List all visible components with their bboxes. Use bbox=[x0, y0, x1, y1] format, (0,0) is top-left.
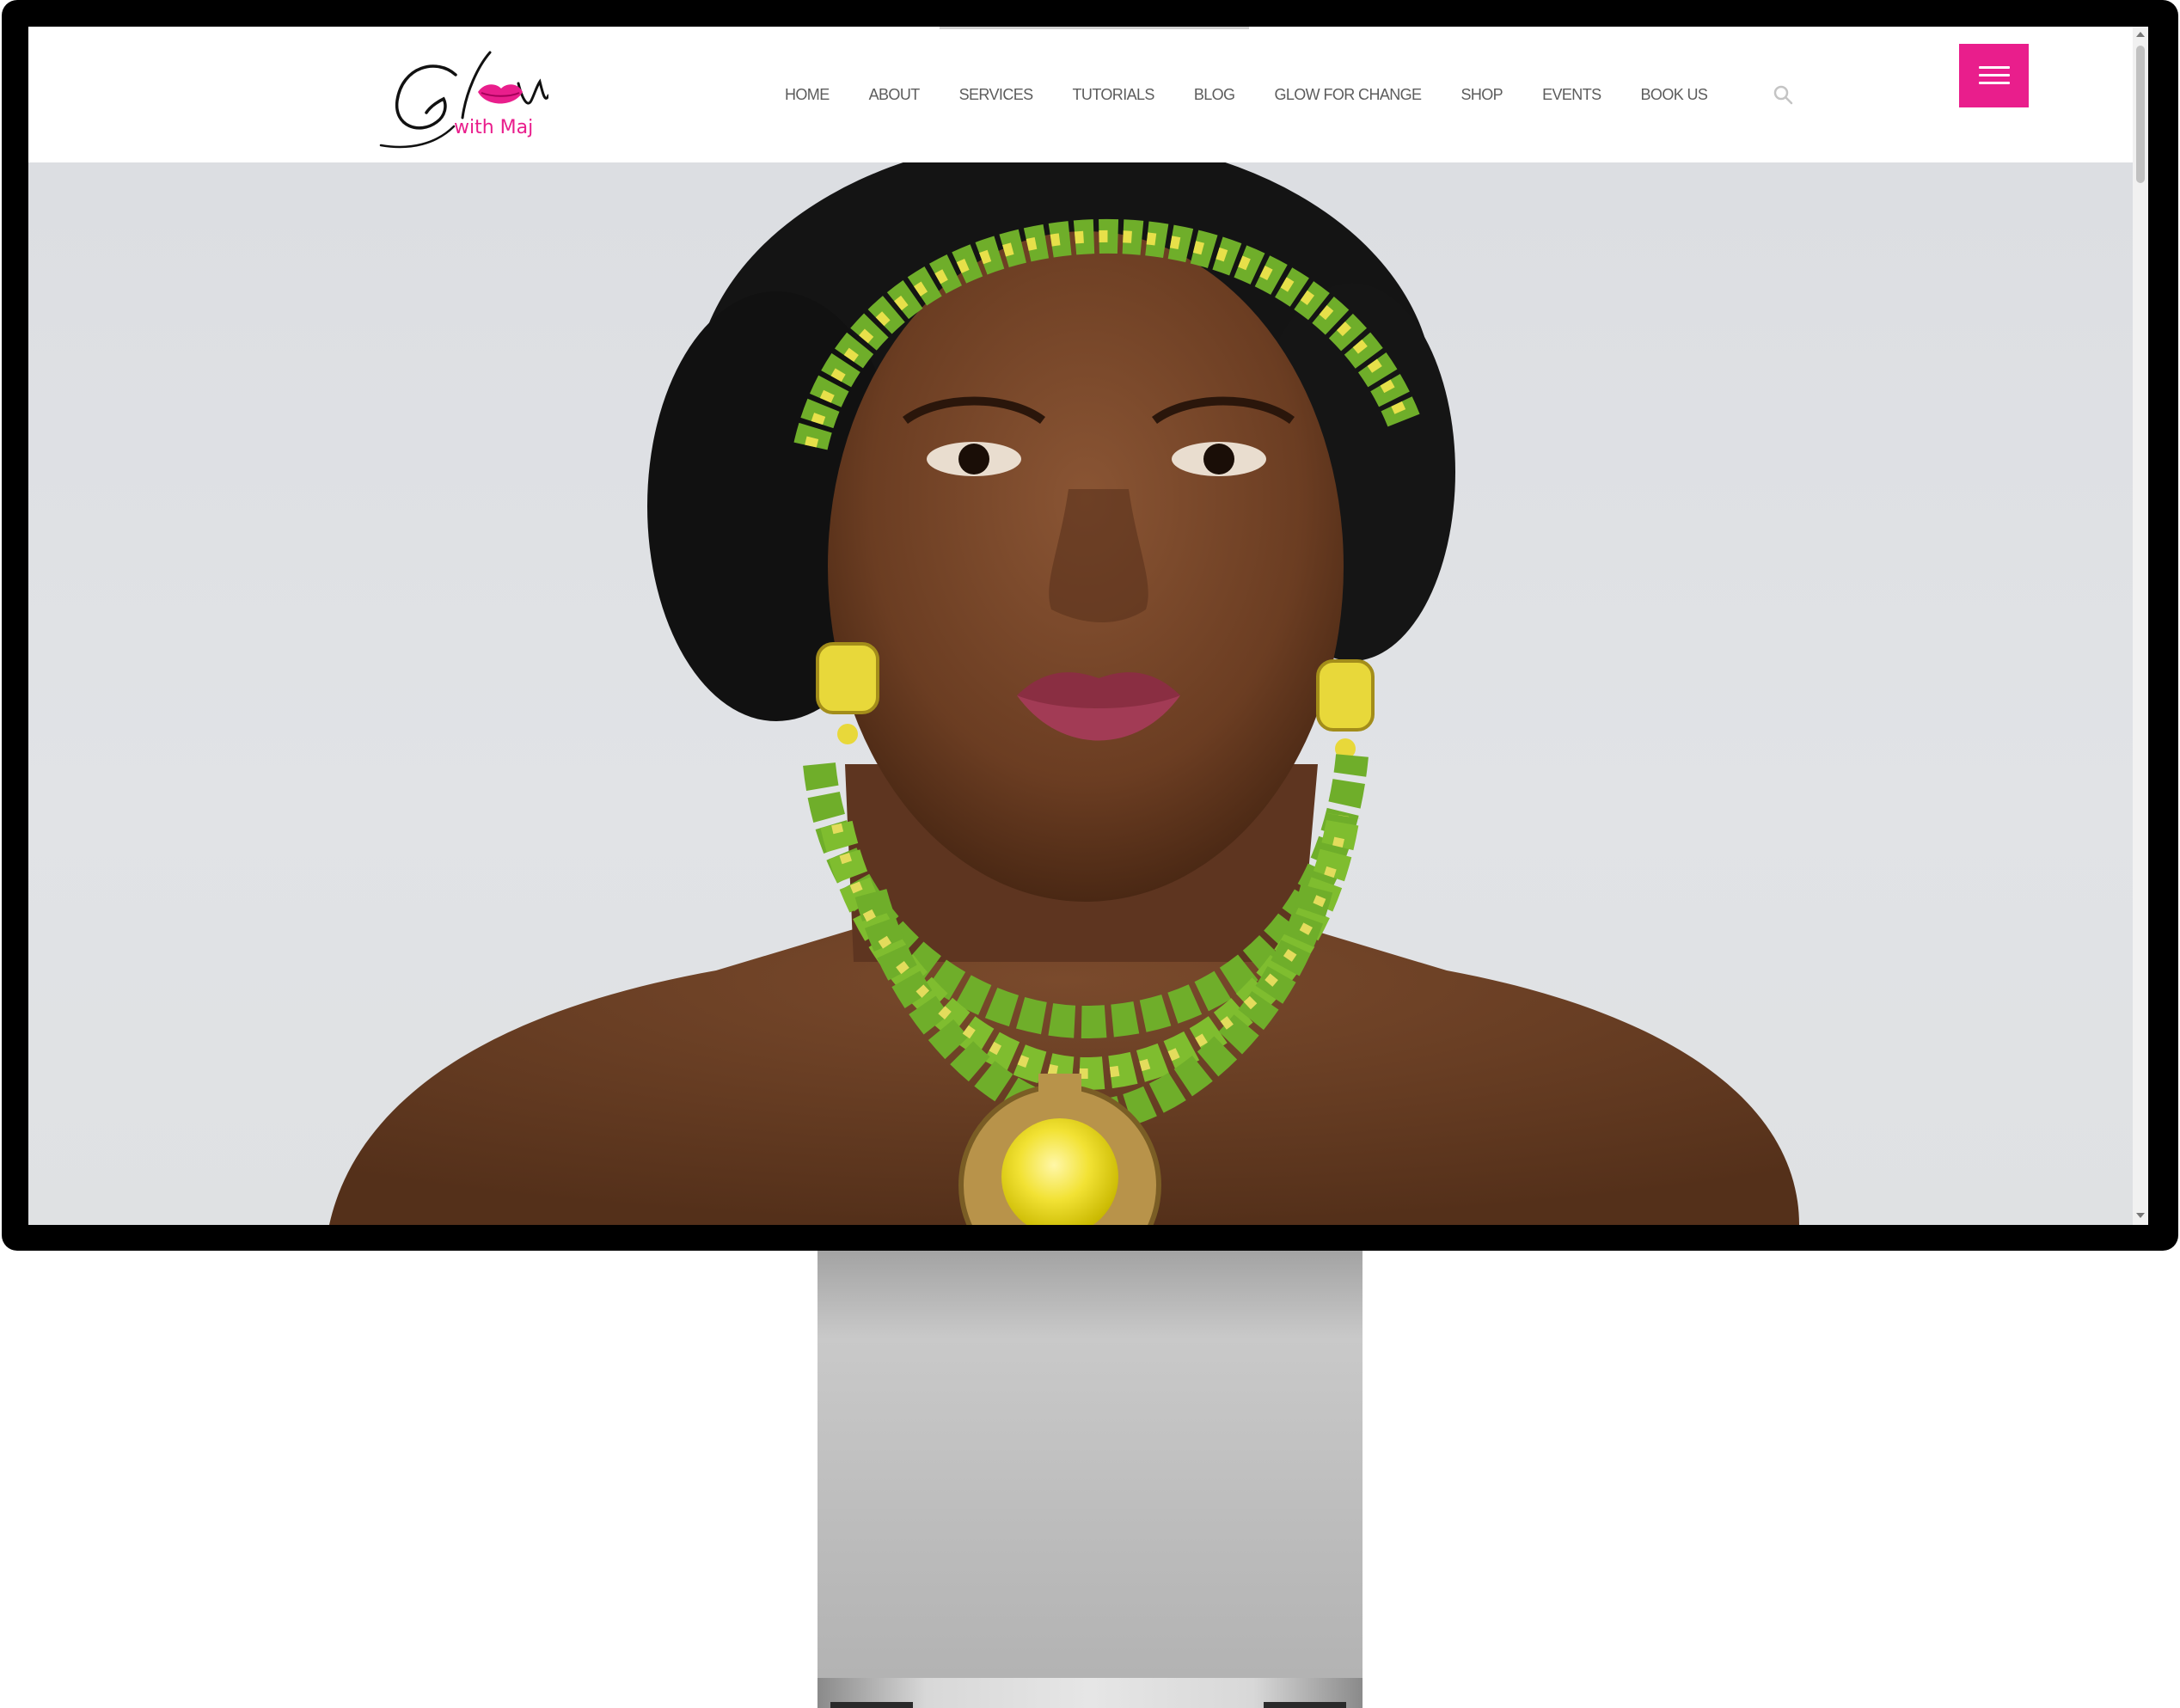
nav-glow-for-change[interactable]: GLOW FOR CHANGE bbox=[1274, 86, 1422, 104]
monitor-bezel: with Maj HOME ABOUT SERVICES TUTORIALS B… bbox=[2, 0, 2178, 1251]
search-icon[interactable] bbox=[1772, 83, 1794, 106]
site-logo[interactable]: with Maj bbox=[377, 40, 548, 152]
nav-events[interactable]: EVENTS bbox=[1542, 86, 1601, 104]
monitor-stand bbox=[818, 1251, 1362, 1691]
logo-subtext: with Maj bbox=[454, 117, 533, 138]
hamburger-menu-icon bbox=[1978, 66, 2010, 85]
nav-book-us[interactable]: BOOK US bbox=[1641, 86, 1708, 104]
nav-services[interactable]: SERVICES bbox=[959, 86, 1034, 104]
portrait-photo bbox=[329, 162, 1799, 1225]
nav-home[interactable]: HOME bbox=[785, 86, 830, 104]
nav-about[interactable]: ABOUT bbox=[869, 86, 921, 104]
vertical-scrollbar[interactable] bbox=[2133, 27, 2148, 1225]
monitor-stand-foot-left bbox=[830, 1702, 913, 1708]
nav-shop[interactable]: SHOP bbox=[1460, 86, 1503, 104]
scroll-thumb[interactable] bbox=[2136, 46, 2145, 183]
main-navigation: HOME ABOUT SERVICES TUTORIALS BLOG GLOW … bbox=[785, 27, 1747, 162]
monitor-stand-foot-right bbox=[1264, 1702, 1346, 1708]
nav-tutorials[interactable]: TUTORIALS bbox=[1073, 86, 1155, 104]
hero-portrait bbox=[28, 162, 2133, 1225]
site-header: with Maj HOME ABOUT SERVICES TUTORIALS B… bbox=[28, 27, 2133, 163]
scroll-down-icon[interactable] bbox=[2136, 1213, 2145, 1218]
browser-viewport: with Maj HOME ABOUT SERVICES TUTORIALS B… bbox=[28, 27, 2148, 1225]
hamburger-menu-button[interactable] bbox=[1959, 44, 2029, 107]
scroll-up-icon[interactable] bbox=[2136, 32, 2145, 37]
nav-blog[interactable]: BLOG bbox=[1194, 86, 1235, 104]
